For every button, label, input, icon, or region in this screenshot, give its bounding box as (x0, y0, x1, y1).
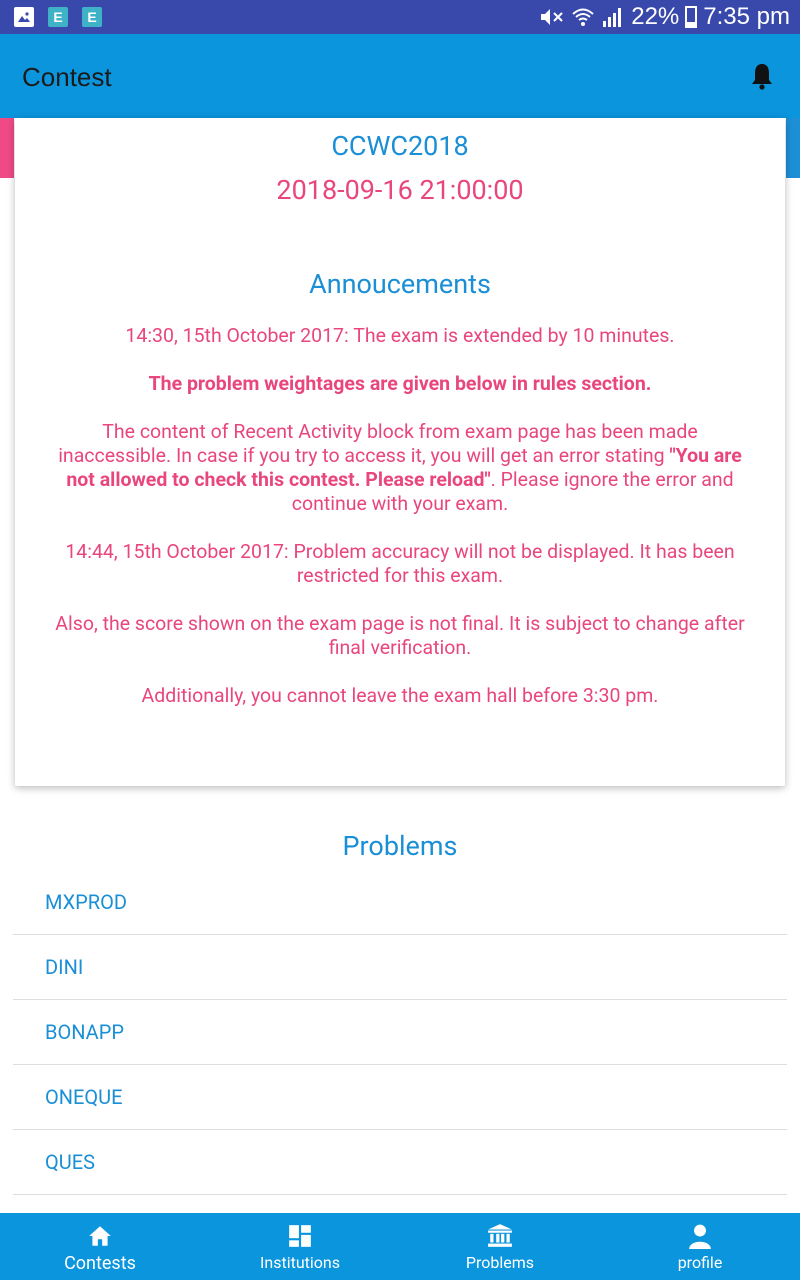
bell-icon[interactable] (750, 62, 774, 90)
announcements-title: Annoucements (309, 268, 491, 300)
app-bar: Contest (0, 34, 800, 118)
signal-icon (603, 8, 622, 27)
page-title: Contest (22, 62, 112, 92)
contest-name: CCWC2018 (331, 130, 469, 162)
status-bar: E E 22% 7:35 pm (0, 0, 800, 34)
dashboard-icon (289, 1225, 311, 1247)
problem-item[interactable]: MXPROD (13, 870, 787, 935)
battery-icon (685, 6, 698, 28)
problems-list: MXPROD DINI BONAPP ONEQUE QUES (13, 870, 787, 1195)
announcement-text: Additionally, you cannot leave the exam … (141, 684, 659, 707)
problems-title: Problems (342, 830, 458, 862)
accent-strip-left (0, 118, 14, 178)
announcements-body: 14:30, 15th October 2017: The exam is ex… (45, 324, 755, 732)
announcement-text: Also, the score shown on the exam page i… (55, 612, 745, 659)
announcement-text: 14:44, 15th October 2017: Problem accura… (65, 540, 735, 587)
home-icon (89, 1226, 111, 1246)
clock: 7:35 pm (703, 3, 790, 30)
problem-item[interactable]: ONEQUE (13, 1065, 787, 1130)
announcement-text: The problem weightages are given below i… (45, 372, 755, 396)
nav-institutions[interactable]: Institutions (200, 1213, 400, 1280)
person-icon (689, 1224, 711, 1249)
announcement-text: The content of Recent Activity block fro… (45, 420, 755, 516)
nav-label: profile (677, 1253, 723, 1272)
battery-percent: 22% (631, 3, 680, 30)
contest-card: CCWC2018 2018-09-16 21:00:00 Annoucement… (15, 118, 785, 786)
wifi-icon (572, 8, 594, 26)
nav-profile[interactable]: profile (600, 1213, 800, 1280)
mute-icon (541, 9, 563, 25)
nav-contests[interactable]: Contests (0, 1213, 200, 1280)
e-app-icon: E (48, 7, 68, 27)
bottom-nav: Contests Institutions Problems profile (0, 1213, 800, 1280)
announcement-text-part: The content of Recent Activity block fro… (58, 420, 698, 467)
nav-label: Contests (64, 1253, 136, 1274)
e-app-icon: E (82, 7, 102, 27)
problem-item[interactable]: BONAPP (13, 1000, 787, 1065)
problem-item[interactable]: QUES (13, 1130, 787, 1195)
nav-label: Institutions (260, 1253, 340, 1272)
announcement-text: 14:30, 15th October 2017: The exam is ex… (125, 324, 675, 347)
accent-strip-right (786, 118, 800, 178)
contest-datetime: 2018-09-16 21:00:00 (276, 174, 524, 206)
problem-item[interactable]: DINI (13, 935, 787, 1000)
bank-icon (488, 1224, 512, 1247)
notification-icons: E E (14, 7, 102, 27)
nav-label: Problems (465, 1253, 535, 1272)
image-icon (14, 7, 34, 27)
nav-problems[interactable]: Problems (400, 1213, 600, 1280)
announcement-bold-text: The problem weightages are given below i… (148, 372, 652, 395)
